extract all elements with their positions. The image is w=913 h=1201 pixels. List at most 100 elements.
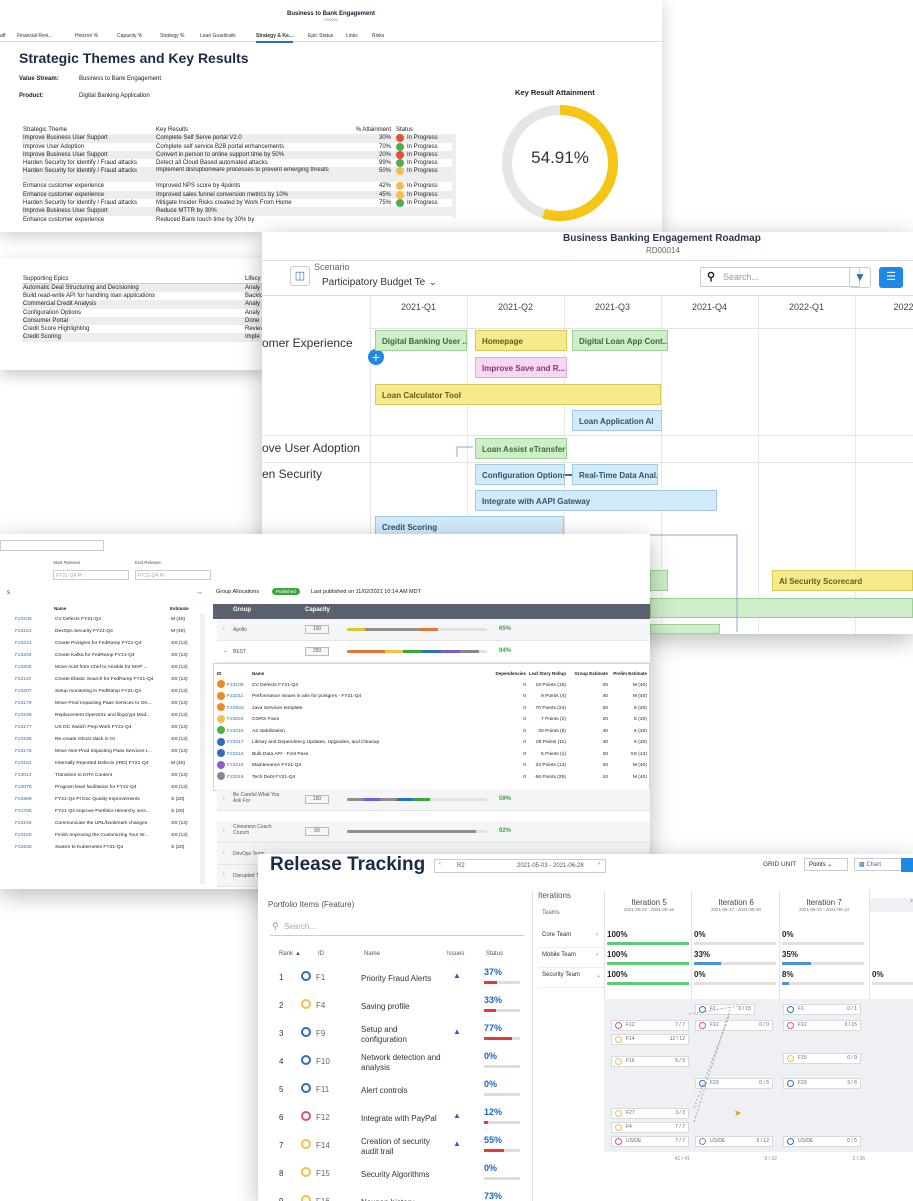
table-row[interactable]: Improve Business User Support Reduce MTTR…: [22, 207, 452, 216]
table-row[interactable]: F23216 A2 stabilization 0 20 Points (5) 40 S …: [216, 726, 648, 738]
tab-financial[interactable]: Financial Revi...: [17, 33, 53, 39]
chevron-down-icon[interactable]: ⌄: [223, 648, 227, 654]
expand-icon[interactable]: ↔: [196, 589, 203, 596]
chevron-right-icon[interactable]: ›: [223, 828, 225, 834]
list-item[interactable]: F23207 Setup monitoring in FedRamp FY21-Q…: [14, 686, 200, 698]
item-id-cell[interactable]: F23024: [216, 714, 251, 726]
table-row[interactable]: Enhance customer experience Reduced Bank …: [22, 216, 452, 224]
table-row[interactable]: F23218 Maintenance FY21-Q4 0 23 Points (13)…: [216, 760, 648, 772]
table-row[interactable]: F23024 CORS Fixes 0 7 Points (2) 20 S (20): [216, 714, 648, 726]
list-item[interactable]: F23204 Create Kafka for FedRamp FY21-Q4 XS…: [14, 650, 200, 662]
table-row[interactable]: Improve Business User Support Complete Se…: [22, 134, 452, 143]
list-item[interactable]: F23231 Create Postgres for FedRamp FY21-Q…: [14, 638, 200, 650]
table-row[interactable]: Enhance customer experience Improved NPS …: [22, 182, 452, 191]
chevron-right-icon[interactable]: ›: [223, 796, 225, 802]
feature-id[interactable]: F23160: [14, 830, 54, 842]
feature-id[interactable]: F23204: [14, 650, 54, 662]
subtable-col[interactable]: Leaf Story Rollup: [527, 668, 567, 680]
col-key-results[interactable]: Key Results: [155, 126, 345, 134]
feature-id[interactable]: F23108: [14, 614, 54, 626]
table-row[interactable]: Improve Business User Support Convert in …: [22, 150, 452, 160]
table-row[interactable]: Consumer Portal Done: [22, 316, 265, 326]
list-item[interactable]: F23014 Transition to DITA Content XS (13): [14, 770, 200, 782]
feature-id[interactable]: F21765: [14, 806, 54, 818]
feature-id[interactable]: F23161: [14, 626, 54, 638]
end-release-select[interactable]: FY21-Q4 PI: [135, 570, 211, 580]
table-row[interactable]: F23217 Library and Dependency Updates, Up…: [216, 737, 648, 749]
feature-id[interactable]: F22636: [14, 842, 54, 854]
item-id-cell[interactable]: F23108: [216, 680, 251, 692]
feature-id[interactable]: F23231: [14, 638, 54, 650]
col-supporting-epics[interactable]: Supporting Epics: [22, 275, 244, 284]
list-scrollbar[interactable]: [200, 614, 205, 884]
table-row[interactable]: F23211 Performance Issues in alm for post…: [216, 691, 648, 703]
start-release-select[interactable]: FY21-Q4 PI: [53, 570, 129, 580]
feature-id[interactable]: F23179: [14, 698, 54, 710]
feature-id[interactable]: F23194: [14, 818, 54, 830]
tab-lean-guardrails[interactable]: Lean Guardrails: [200, 33, 236, 39]
table-row[interactable]: Credit Scoring Imple: [22, 333, 265, 342]
table-row[interactable]: Harden Security for Identify / Fraud att…: [22, 167, 452, 183]
list-item[interactable]: F23178 Move Non-Prod Impacting Paas Servi…: [14, 746, 200, 758]
col-group[interactable]: Group: [233, 607, 251, 613]
table-row[interactable]: Harden Security for Identify / Fraud att…: [22, 199, 452, 208]
item-id-cell[interactable]: F22933: [216, 703, 251, 715]
list-item[interactable]: F22110 Create Elastic Search for FedRamp …: [14, 674, 200, 686]
chevron-right-icon[interactable]: ›: [223, 626, 225, 632]
list-item[interactable]: F23160 Finish Improving the Customizing Y…: [14, 830, 200, 842]
table-scrollbar[interactable]: [452, 134, 456, 218]
tab-strategy[interactable]: Strategy %: [160, 33, 184, 39]
list-item[interactable]: F23195 Re-create Ghost slack in GI XS (13): [14, 734, 200, 746]
chevron-right-icon[interactable]: ›: [223, 872, 225, 878]
col-strategic-theme[interactable]: Strategic Theme: [22, 126, 155, 134]
group-row[interactable]: › Be Careful What You Ask For 150 59%: [217, 789, 650, 811]
feature-id[interactable]: F23014: [14, 770, 54, 782]
feature-id[interactable]: F23198: [14, 710, 54, 722]
tab-risks[interactable]: Risks: [372, 33, 384, 39]
list-item[interactable]: F23179 Move Prod Impacting Paas Services …: [14, 698, 200, 710]
table-row[interactable]: Automatic Deal Structuring and Decisioni…: [22, 283, 265, 292]
capacity-input[interactable]: 250: [305, 647, 329, 656]
table-row[interactable]: Enhance customer experience Improved sale…: [22, 190, 452, 200]
list-item[interactable]: F22636 Swarm to Kubernetes FY21-Q4 S (20): [14, 842, 200, 854]
list-item[interactable]: F23194 Communicate the URL/bookmark chang…: [14, 818, 200, 830]
item-id-cell[interactable]: F23218: [216, 760, 251, 772]
filter-input[interactable]: [0, 540, 104, 551]
tab-horizon[interactable]: Horizon %: [75, 33, 98, 39]
list-item[interactable]: F23205 Move ALM from Chef to Ansible for …: [14, 662, 200, 674]
tab-epic-status[interactable]: Epic Status: [308, 33, 333, 39]
subtable-col[interactable]: ID: [216, 668, 251, 680]
feature-id[interactable]: F23195: [14, 734, 54, 746]
table-row[interactable]: F23215 Bulk Data API - First Pass 0 5 Point…: [216, 749, 648, 761]
col-name[interactable]: Name: [54, 606, 66, 611]
group-row[interactable]: › Apollo 100 65%: [217, 619, 650, 641]
capacity-input[interactable]: 150: [305, 795, 329, 804]
group-row[interactable]: › Cinnamon Coach Crunch 50 92%: [217, 821, 650, 843]
group-row[interactable]: ⌄ BEST 250 94%: [217, 641, 650, 663]
item-id-cell[interactable]: F23211: [216, 691, 251, 703]
tab-staff[interactable]: aff: [0, 33, 5, 39]
list-item[interactable]: F23108 CV Defects FY21-Q4 M (40): [14, 614, 200, 626]
table-row[interactable]: Credit Score Highlighting Reviev: [22, 325, 265, 333]
list-item[interactable]: F21765 FY21-Q4 Improve Portfolio Hierarch…: [14, 806, 200, 818]
chevron-right-icon[interactable]: ›: [223, 850, 225, 856]
item-id-cell[interactable]: F23215: [216, 749, 251, 761]
feature-id[interactable]: F23205: [14, 662, 54, 674]
capacity-input[interactable]: 50: [305, 827, 329, 836]
feature-id[interactable]: F23178: [14, 746, 54, 758]
col-capacity[interactable]: Capacity: [305, 607, 330, 613]
item-id-cell[interactable]: F23219: [216, 772, 251, 784]
subtable-col[interactable]: Name: [251, 668, 451, 680]
capacity-input[interactable]: 100: [305, 625, 329, 634]
tab-strategy-key-results[interactable]: Strategy & Ke...: [256, 33, 293, 43]
table-row[interactable]: F22933 Java Services template 0 70 Points (…: [216, 703, 648, 715]
table-row[interactable]: Commercial Credit Analysis Analy: [22, 300, 265, 309]
subtable-col[interactable]: Dependencies: [451, 668, 527, 680]
table-row[interactable]: Build read-write API for handling loan a…: [22, 292, 265, 300]
feature-id[interactable]: F23207: [14, 686, 54, 698]
col-status[interactable]: Status: [395, 126, 452, 134]
table-row[interactable]: F23108 CV Defects FY21-Q4 0 19 Points (16) 2…: [216, 680, 648, 692]
col-estimate[interactable]: Estimate: [170, 606, 189, 611]
list-item[interactable]: F23198 Replacement OpenSSL and libgcrypt …: [14, 710, 200, 722]
list-item[interactable]: F23161 DevOps Security FY21-Q4 M (40): [14, 626, 200, 638]
